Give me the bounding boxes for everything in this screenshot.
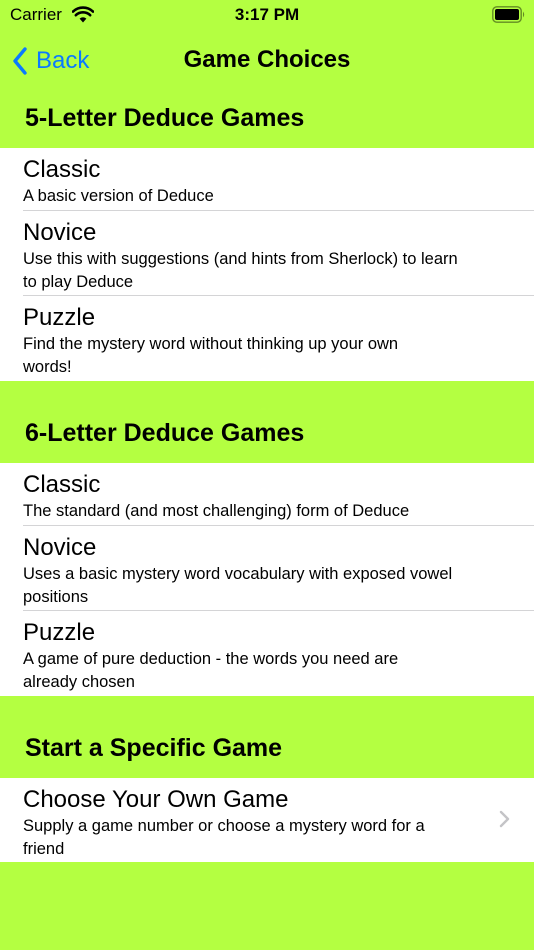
section-header-5-letter: 5-Letter Deduce Games	[0, 90, 534, 148]
clock: 3:17 PM	[234, 5, 300, 24]
row-title: Novice	[23, 219, 97, 246]
section-title: 5-Letter Deduce Games	[25, 104, 305, 132]
game-choices-screen: Carrier 3:17 PM Back Game Choices 5-Lett…	[0, 0, 534, 950]
section-6-letter-list: Classic The standard (and most challengi…	[0, 463, 534, 696]
section-5-letter-list: Classic A basic version of Deduce Novice…	[0, 148, 534, 381]
section-title: 6-Letter Deduce Games	[25, 419, 305, 447]
page-title: Game Choices	[183, 46, 351, 73]
row-subtitle: Supply a game number or choose a mystery…	[23, 817, 425, 858]
battery-icon	[492, 6, 525, 23]
status-bar: Carrier 3:17 PM	[0, 0, 534, 32]
section-header-6-letter: 6-Letter Deduce Games	[0, 405, 534, 463]
row-title: Novice	[23, 534, 97, 561]
row-title: Puzzle	[23, 304, 96, 331]
row-5-letter-novice[interactable]: Novice Use this with suggestions (and hi…	[0, 211, 534, 296]
section-title: Start a Specific Game	[25, 734, 283, 762]
row-subtitle: Find the mystery word without thinking u…	[23, 335, 399, 376]
chevron-right-icon	[499, 810, 510, 828]
navigation-bar: Back Game Choices	[0, 32, 534, 90]
row-5-letter-classic[interactable]: Classic A basic version of Deduce	[0, 148, 534, 211]
row-subtitle: Uses a basic mystery word vocabulary wit…	[23, 565, 453, 606]
row-subtitle: The standard (and most challenging) form…	[23, 502, 410, 520]
row-subtitle: A basic version of Deduce	[23, 187, 214, 205]
row-6-letter-classic[interactable]: Classic The standard (and most challengi…	[0, 463, 534, 526]
section-header-specific-game: Start a Specific Game	[0, 720, 534, 778]
row-title: Choose Your Own Game	[23, 786, 289, 813]
row-6-letter-puzzle[interactable]: Puzzle A game of pure deduction - the wo…	[0, 611, 534, 696]
row-5-letter-puzzle[interactable]: Puzzle Find the mystery word without thi…	[0, 296, 534, 381]
row-subtitle: Use this with suggestions (and hints fro…	[23, 250, 458, 291]
row-title: Classic	[23, 156, 101, 183]
row-subtitle: A game of pure deduction - the words you…	[23, 650, 399, 691]
row-choose-your-own-game[interactable]: Choose Your Own Game Supply a game numbe…	[0, 778, 534, 862]
section-specific-game-list: Choose Your Own Game Supply a game numbe…	[0, 778, 534, 862]
row-6-letter-novice[interactable]: Novice Uses a basic mystery word vocabul…	[0, 526, 534, 611]
row-title: Classic	[23, 471, 101, 498]
row-title: Puzzle	[23, 619, 96, 646]
